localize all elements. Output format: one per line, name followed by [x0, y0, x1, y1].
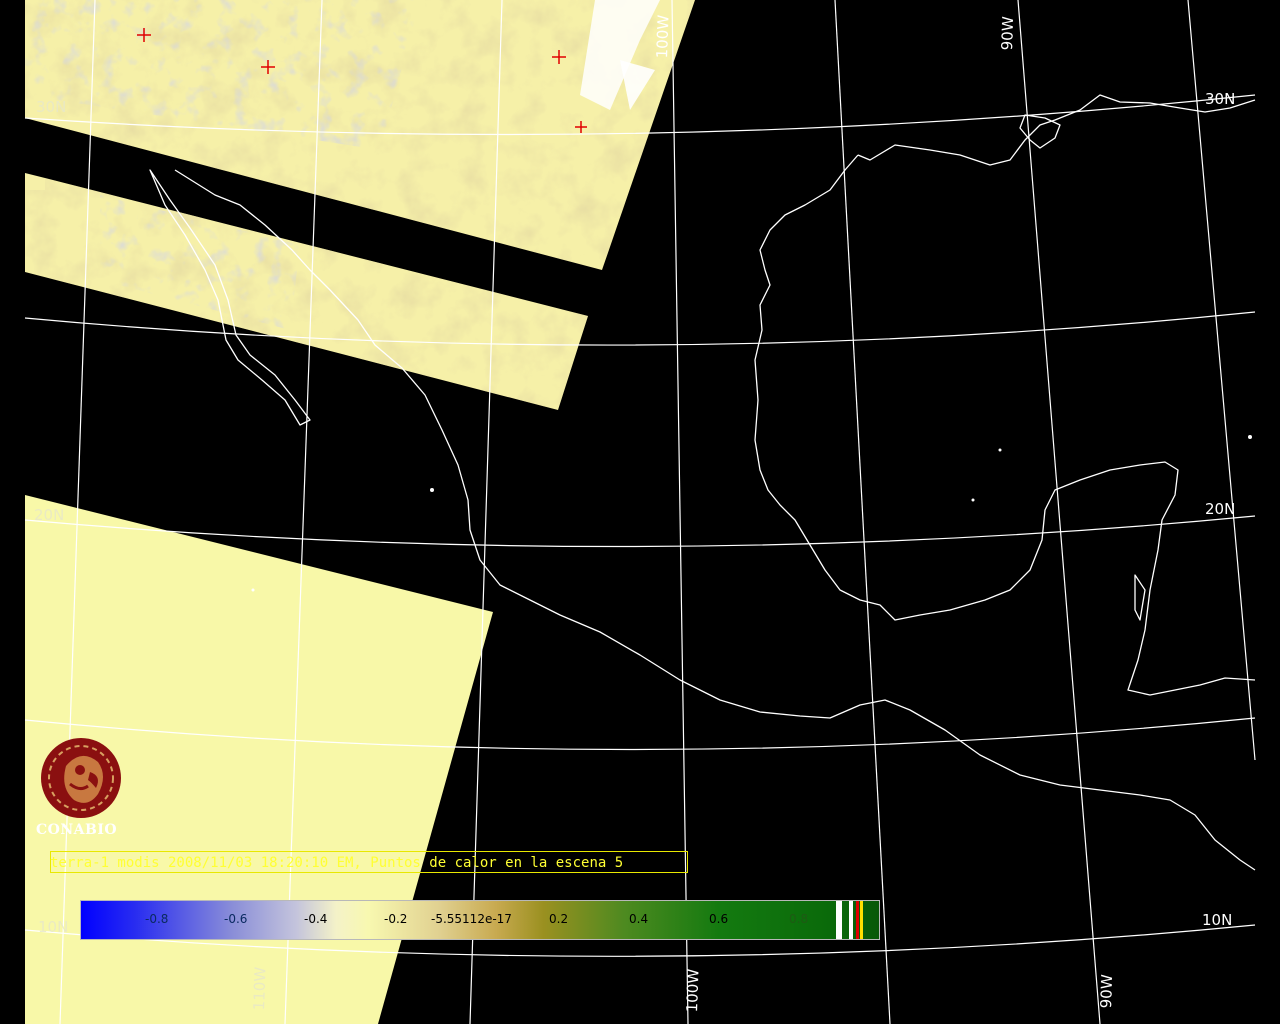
lon-label-90w-top: 90W — [998, 16, 1018, 51]
colorbar-legend: -0.8 -0.6 -0.4 -0.2 -5.55112e-17 0.2 0.4… — [80, 900, 880, 940]
lat-label-30n-left: 30N — [36, 98, 67, 116]
western-gulf-coast — [754, 154, 1256, 696]
legend-yellow-bar — [860, 901, 863, 939]
meridian-90w — [1017, 0, 1101, 1024]
legend-tick: 0.6 — [709, 912, 729, 926]
lon-label-90w-bottom: 90W — [1097, 974, 1117, 1009]
lon-label-110w-bottom: 110W — [250, 966, 270, 1011]
yucatan-islands — [1134, 574, 1146, 621]
legend-tick: -0.4 — [304, 912, 328, 926]
meridian-85w — [1187, 0, 1256, 761]
lon-label-100w-top: 100W — [653, 14, 673, 59]
scene-caption: terra-1 modis 2008/11/03 18:20:10 EM, Pu… — [50, 855, 624, 871]
conabio-macaw-logo-icon — [41, 738, 121, 818]
islands — [251, 435, 1252, 592]
gulf-coast-usa — [857, 94, 1256, 166]
legend-tick: -5.55112e-17 — [431, 912, 512, 926]
legend-tick: 0.2 — [549, 912, 569, 926]
legend-tick: 0.4 — [629, 912, 649, 926]
logo-text: CONABIO — [36, 822, 118, 838]
legend-tick: -0.6 — [224, 912, 248, 926]
lat-label-10n-left: 10N — [38, 918, 69, 936]
legend-red-bar — [856, 901, 859, 939]
legend-tick: -0.8 — [145, 912, 169, 926]
legend-white-bar — [836, 901, 842, 939]
lat-label-10n: 10N — [1202, 911, 1233, 929]
lat-label-20n-left: 20N — [34, 506, 65, 524]
lat-label-20n: 20N — [1205, 500, 1236, 518]
legend-tick: 0.8 — [789, 912, 809, 926]
lat-label-30n: 30N — [1205, 90, 1236, 108]
legend-tick: -0.2 — [384, 912, 408, 926]
legend-white-bar — [849, 901, 853, 939]
lon-label-100w-bottom: 100W — [683, 968, 703, 1013]
